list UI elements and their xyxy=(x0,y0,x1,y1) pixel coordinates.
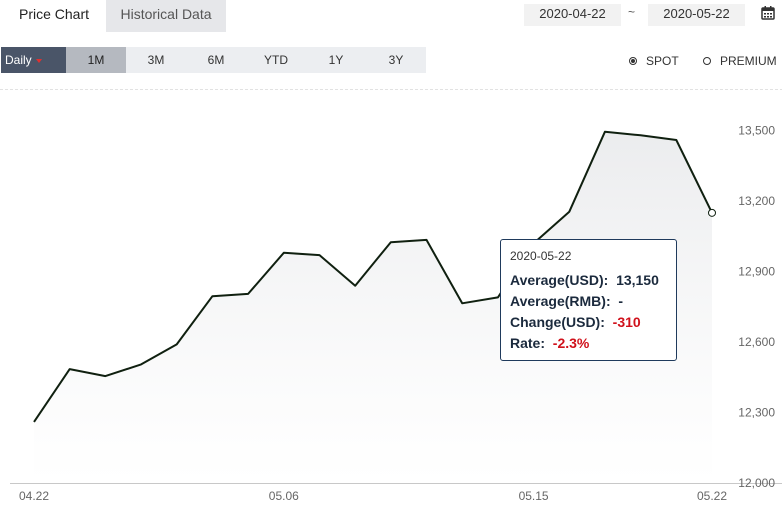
x-tick-label: 04.22 xyxy=(19,489,49,503)
tooltip-avg-usd: Average(USD): 13,150 xyxy=(510,270,667,291)
x-tick-label: 05.06 xyxy=(269,489,299,503)
x-tick-label: 05.22 xyxy=(697,489,727,503)
y-tick-label: 12,000 xyxy=(738,476,775,490)
tooltip-avg-rmb: Average(RMB): - xyxy=(510,291,667,312)
highlighted-data-point[interactable] xyxy=(708,208,716,217)
tooltip-rate-label: Rate: xyxy=(510,335,546,351)
y-tick-label: 12,300 xyxy=(738,406,775,420)
y-tick-label: 13,200 xyxy=(738,194,775,208)
tooltip-avg-usd-value: 13,150 xyxy=(616,272,659,288)
y-tick-label: 12,900 xyxy=(738,265,775,279)
tooltip-rate: Rate: -2.3% xyxy=(510,333,667,354)
tooltip-avg-usd-label: Average(USD): xyxy=(510,272,609,288)
tooltip-avg-rmb-value: - xyxy=(618,293,624,309)
tooltip-change-value: -310 xyxy=(612,314,641,330)
tooltip-rate-value: -2.3% xyxy=(552,335,590,351)
tooltip-change: Change(USD): -310 xyxy=(510,312,667,333)
y-tick-label: 13,500 xyxy=(738,124,775,138)
tooltip-date: 2020-05-22 xyxy=(510,249,572,263)
tooltip-change-label: Change(USD): xyxy=(510,314,605,330)
chart-tooltip: 2020-05-22 Average(USD): 13,150 Average(… xyxy=(500,239,677,361)
y-tick-label: 12,600 xyxy=(738,335,775,349)
tooltip-avg-rmb-label: Average(RMB): xyxy=(510,293,611,309)
x-tick-label: 05.15 xyxy=(519,489,549,503)
